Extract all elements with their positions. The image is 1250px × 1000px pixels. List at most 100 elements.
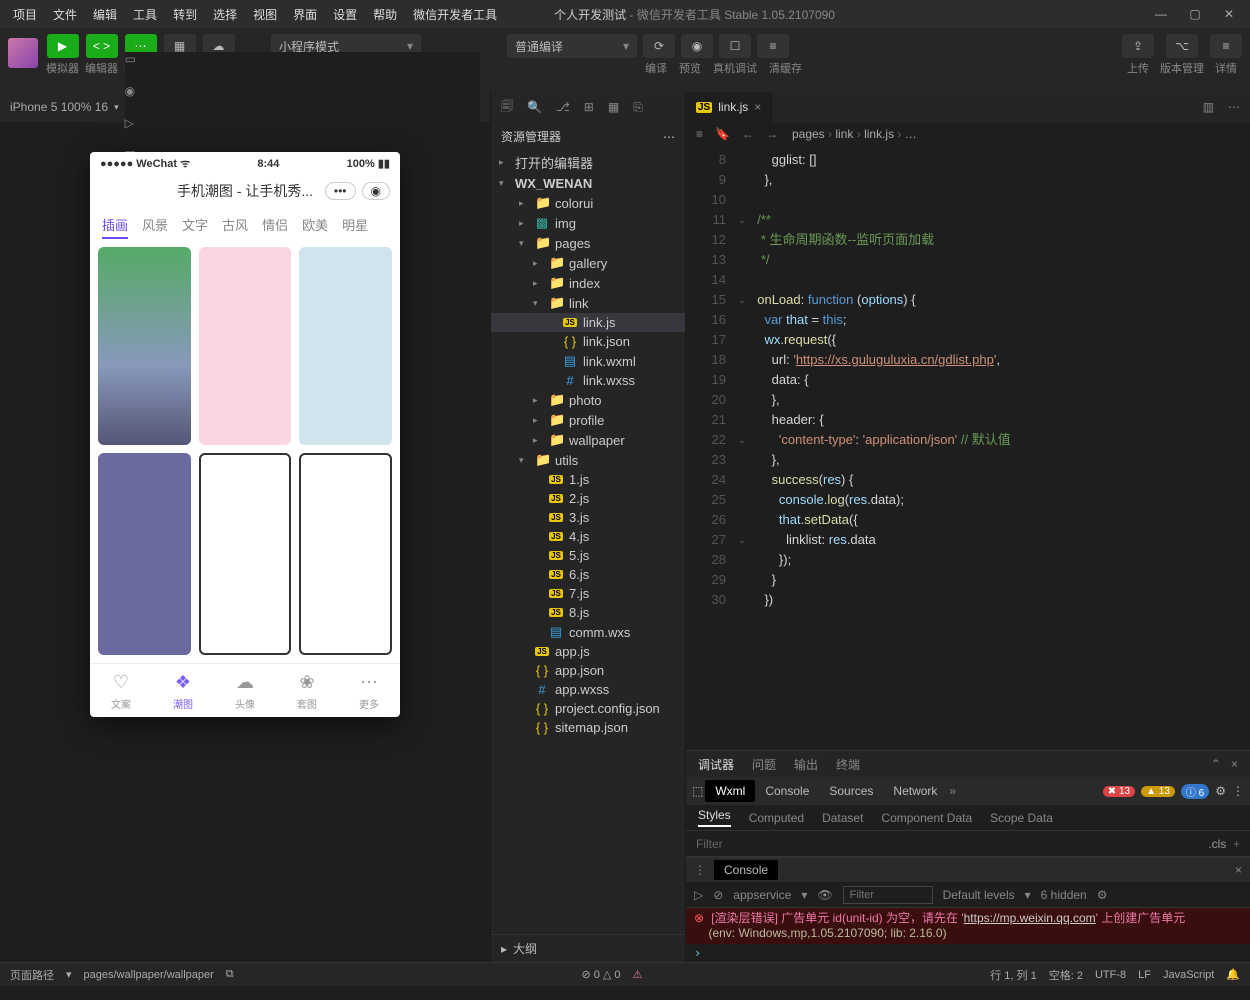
styles-tab[interactable]: Dataset	[822, 811, 863, 825]
tree-row[interactable]: { }project.config.json	[491, 699, 685, 718]
styles-filter[interactable]: Filter.cls +	[686, 831, 1250, 857]
debugger-tabs[interactable]: 调试器问题输出终端 ⌃×	[686, 751, 1250, 777]
compile-select[interactable]: 普通编译▾	[507, 34, 637, 58]
extensions-icon[interactable]: ▦	[608, 100, 619, 114]
tree-row[interactable]: JS6.js	[491, 565, 685, 584]
search-icon[interactable]: 🔍	[527, 100, 542, 114]
tabbar-item[interactable]: ☁头像	[233, 670, 257, 711]
console-prompt[interactable]: ›	[686, 944, 1250, 962]
close-icon[interactable]: ×	[754, 100, 761, 114]
category-tab[interactable]: 情侣	[262, 215, 288, 239]
debugger-tab[interactable]: 终端	[836, 758, 860, 772]
styles-tab[interactable]: Styles	[698, 808, 731, 827]
explorer-iconstrip[interactable]: 🗐 🔍 ⎇ ⊞ ▦ ⎘	[491, 92, 685, 122]
category-tab[interactable]: 文字	[182, 215, 208, 239]
encoding[interactable]: UTF-8	[1095, 969, 1126, 981]
category-tab[interactable]: 欧美	[302, 215, 328, 239]
debugger-tab[interactable]: 输出	[794, 758, 818, 772]
console-tab[interactable]: Console	[714, 860, 778, 880]
toolbar-button[interactable]: < >	[86, 34, 118, 58]
tree-row[interactable]: ▸📁colorui	[491, 193, 685, 213]
styles-tab[interactable]: Computed	[749, 811, 804, 825]
styles-tab[interactable]: Component Data	[881, 811, 972, 825]
phone-image-grid[interactable]	[90, 247, 400, 663]
menu-item[interactable]: 界面	[286, 4, 324, 25]
more-icon[interactable]: ⋯	[663, 130, 675, 144]
category-tab[interactable]: 明星	[342, 215, 368, 239]
menu-item[interactable]: 设置	[326, 4, 364, 25]
close-icon[interactable]: ×	[1231, 757, 1238, 771]
route-path[interactable]: pages/wallpaper/wallpaper	[84, 969, 214, 981]
editor-tab[interactable]: JSlink.js×	[686, 92, 772, 122]
styles-tab[interactable]: Scope Data	[990, 811, 1053, 825]
device-icon[interactable]: ▭	[125, 52, 480, 66]
toolbar-button[interactable]: ⇪	[1122, 34, 1154, 58]
maximize-button[interactable]: ▢	[1180, 3, 1210, 25]
copy-icon[interactable]: ⧉	[226, 968, 234, 981]
capsule-close-icon[interactable]: ◉	[362, 182, 390, 200]
devtools-tab[interactable]: Network	[883, 780, 947, 802]
explorer-icon[interactable]: 🗐	[501, 97, 513, 118]
tree-row[interactable]: JSapp.js	[491, 642, 685, 661]
bookmark-icon[interactable]: 🔖	[715, 127, 730, 141]
image-tile[interactable]	[98, 247, 191, 445]
menu-item[interactable]: 工具	[126, 4, 164, 25]
gear-icon[interactable]: ⚙	[1097, 888, 1108, 902]
toolbar-button[interactable]: ⌥	[1166, 34, 1198, 58]
styles-tabs[interactable]: Styles Computed Dataset Component Data Scope…	[686, 805, 1250, 831]
tree-row[interactable]: JS1.js	[491, 470, 685, 489]
play-icon[interactable]: ▷	[694, 888, 703, 902]
editor-tabstrip[interactable]: JSlink.js× ▥⋯	[686, 92, 1250, 122]
tree-row[interactable]: ▸📁wallpaper	[491, 430, 685, 450]
status-problems[interactable]: ⊘ 0 △ 0	[581, 968, 620, 981]
tree-row[interactable]: JS3.js	[491, 508, 685, 527]
tree-row[interactable]: ▸📁gallery	[491, 253, 685, 273]
branch-icon[interactable]: ⎇	[556, 100, 570, 114]
inspect-icon[interactable]: ⬚	[692, 784, 703, 798]
tabbar-item[interactable]: ⋯更多	[357, 670, 381, 711]
language-mode[interactable]: JavaScript	[1163, 969, 1214, 981]
tree-row[interactable]: JS4.js	[491, 527, 685, 546]
bell-icon[interactable]: 🔔	[1226, 968, 1240, 981]
menu-item[interactable]: 文件	[46, 4, 84, 25]
console-toolbar[interactable]: ▷ ⊘ appservice▾ 👁 Default levels▾ 6 hidd…	[686, 882, 1250, 908]
list-icon[interactable]: ≡	[696, 127, 703, 141]
breadcrumb[interactable]: ≡ 🔖 ← → pages › link › link.js › …	[686, 122, 1250, 146]
split-icon[interactable]: ▥	[1203, 100, 1214, 114]
phone-tabbar[interactable]: ♡文案❖潮图☁头像❀套图⋯更多	[90, 663, 400, 717]
tree-row[interactable]: JS8.js	[491, 603, 685, 622]
back-icon[interactable]: ←	[742, 127, 754, 141]
tree-row[interactable]: ▤link.wxml	[491, 351, 685, 371]
tabbar-item[interactable]: ❖潮图	[171, 670, 195, 711]
toolbar-action[interactable]: ⟳	[643, 34, 675, 58]
device-bar[interactable]: iPhone 5 100% 16▾ ▭◉▷▣	[0, 92, 490, 122]
tree-row[interactable]: ▾📁utils	[491, 450, 685, 470]
devtools-tab[interactable]: Wxml	[705, 780, 755, 802]
db-icon[interactable]: ⎘	[633, 100, 643, 115]
code-editor[interactable]: 8910111213141516171819202122232425262728…	[686, 146, 1250, 750]
tree-row[interactable]: ▸📁profile	[491, 410, 685, 430]
menu-item[interactable]: 项目	[6, 4, 44, 25]
close-icon[interactable]: ×	[1235, 863, 1242, 877]
menu-item[interactable]: 选择	[206, 4, 244, 25]
close-button[interactable]: ✕	[1214, 3, 1244, 25]
phone-category-tabs[interactable]: 插画风景文字古风情侣欧美明星	[90, 211, 400, 247]
toolbar-button[interactable]: ≡	[1210, 34, 1242, 58]
capsule-menu-icon[interactable]: •••	[325, 182, 356, 200]
image-tile[interactable]	[299, 453, 392, 655]
menu-item[interactable]: 编辑	[86, 4, 124, 25]
tree-row[interactable]: ▸▩img	[491, 213, 685, 233]
chevron-up-icon[interactable]: ⌃	[1211, 757, 1221, 771]
debug-icon[interactable]: ⊞	[584, 100, 594, 114]
devtools-tab[interactable]: Sources	[819, 780, 883, 802]
tree-row[interactable]: ▸📁photo	[491, 390, 685, 410]
image-tile[interactable]	[98, 453, 191, 655]
toolbar-action[interactable]: ◉	[681, 34, 713, 58]
tree-row[interactable]: ▾📁link	[491, 293, 685, 313]
category-tab[interactable]: 风景	[142, 215, 168, 239]
tree-row[interactable]: ▤comm.wxs	[491, 622, 685, 642]
indent-mode[interactable]: 空格: 2	[1049, 967, 1083, 983]
tabbar-item[interactable]: ♡文案	[109, 670, 133, 711]
toolbar-button[interactable]: ▶	[47, 34, 79, 58]
warn-badge[interactable]: ▲ 13	[1141, 786, 1175, 797]
